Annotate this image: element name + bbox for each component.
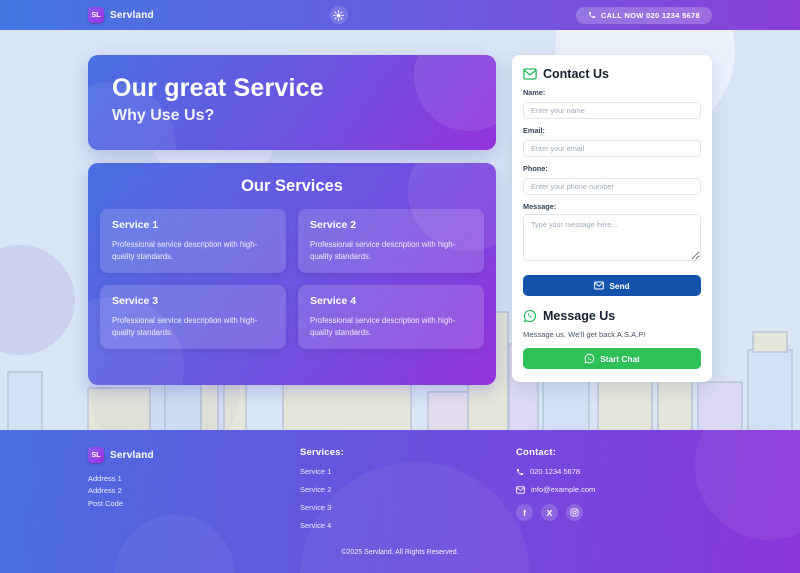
envelope-icon [594, 281, 604, 290]
hero-card: Our great Service Why Use Us? [88, 55, 496, 150]
footer-phone[interactable]: 020 1234 5678 [530, 467, 580, 476]
phone-icon [516, 468, 524, 476]
hero-title: Our great Service [112, 74, 472, 103]
call-now-button[interactable]: CALL NOW 020 1234 5678 [576, 7, 712, 24]
footer-link-service-4[interactable]: Service 4 [300, 521, 516, 530]
footer-link-service-2[interactable]: Service 2 [300, 485, 516, 494]
address-line: Address 1 [88, 473, 300, 485]
call-now-label: CALL NOW 020 1234 5678 [601, 11, 700, 20]
footer-address: Address 1 Address 2 Post Code [88, 473, 300, 510]
brand: SL Servland [88, 7, 154, 23]
service-card: Service 2 Professional service descripti… [298, 209, 484, 273]
start-chat-label: Start Chat [600, 354, 640, 364]
phone-icon [588, 11, 596, 19]
message-field[interactable] [523, 214, 701, 261]
copyright-text: ©2025 Servland. All Rights Reserved. [0, 549, 800, 556]
footer-brand: SL Servland [88, 447, 300, 463]
footer: SL Servland Address 1 Address 2 Post Cod… [0, 430, 800, 573]
service-title: Service 4 [310, 295, 472, 307]
top-navbar: SL Servland CALL NOW 020 1234 5678 [0, 0, 800, 30]
service-title: Service 1 [112, 219, 274, 231]
service-card: Service 4 Professional service descripti… [298, 285, 484, 349]
send-button[interactable]: Send [523, 275, 701, 296]
service-description: Professional service description with hi… [310, 315, 472, 339]
message-us-text: Message us. We'll get back A.S.A.P! [523, 330, 701, 339]
contact-card: Contact Us Name: Email: Phone: Message: [512, 55, 712, 382]
service-card: Service 3 Professional service descripti… [100, 285, 286, 349]
whatsapp-icon [584, 353, 595, 364]
logo-badge: SL [88, 447, 104, 463]
x-icon[interactable]: X [541, 504, 558, 521]
facebook-icon[interactable]: f [516, 504, 533, 521]
send-label: Send [609, 281, 629, 291]
email-label: Email: [523, 126, 701, 135]
address-line: Address 2 [88, 485, 300, 497]
envelope-icon [523, 68, 537, 80]
name-label: Name: [523, 88, 701, 97]
logo-badge: SL [88, 7, 104, 23]
services-heading: Our Services [100, 177, 484, 196]
envelope-icon [516, 486, 525, 494]
instagram-icon[interactable] [566, 504, 583, 521]
address-line: Post Code [88, 498, 300, 510]
footer-link-service-1[interactable]: Service 1 [300, 467, 516, 476]
message-us-heading: Message Us [543, 309, 615, 323]
services-section: Our Services Service 1 Professional serv… [88, 163, 496, 385]
footer-services-heading: Services: [300, 447, 516, 458]
service-description: Professional service description with hi… [112, 315, 274, 339]
name-field[interactable] [523, 102, 701, 119]
sun-icon [333, 10, 344, 21]
theme-toggle-button[interactable] [330, 6, 348, 24]
social-links: f X [516, 504, 712, 521]
service-card: Service 1 Professional service descripti… [100, 209, 286, 273]
whatsapp-icon [523, 309, 537, 323]
contact-us-heading: Contact Us [543, 67, 609, 81]
start-chat-button[interactable]: Start Chat [523, 348, 701, 369]
service-description: Professional service description with hi… [112, 239, 274, 263]
footer-email[interactable]: info@example.com [531, 485, 595, 494]
footer-contact-heading: Contact: [516, 447, 712, 458]
service-description: Professional service description with hi… [310, 239, 472, 263]
footer-link-service-3[interactable]: Service 3 [300, 503, 516, 512]
email-field[interactable] [523, 140, 701, 157]
phone-label: Phone: [523, 164, 701, 173]
footer-brand-name: Servland [110, 450, 154, 461]
phone-field[interactable] [523, 178, 701, 195]
service-title: Service 2 [310, 219, 472, 231]
message-label: Message: [523, 202, 701, 211]
main-section: Our great Service Why Use Us? Our Servic… [0, 30, 800, 430]
service-title: Service 3 [112, 295, 274, 307]
hero-subtitle: Why Use Us? [112, 107, 472, 125]
services-grid: Service 1 Professional service descripti… [100, 209, 484, 349]
brand-name: Servland [110, 10, 154, 21]
